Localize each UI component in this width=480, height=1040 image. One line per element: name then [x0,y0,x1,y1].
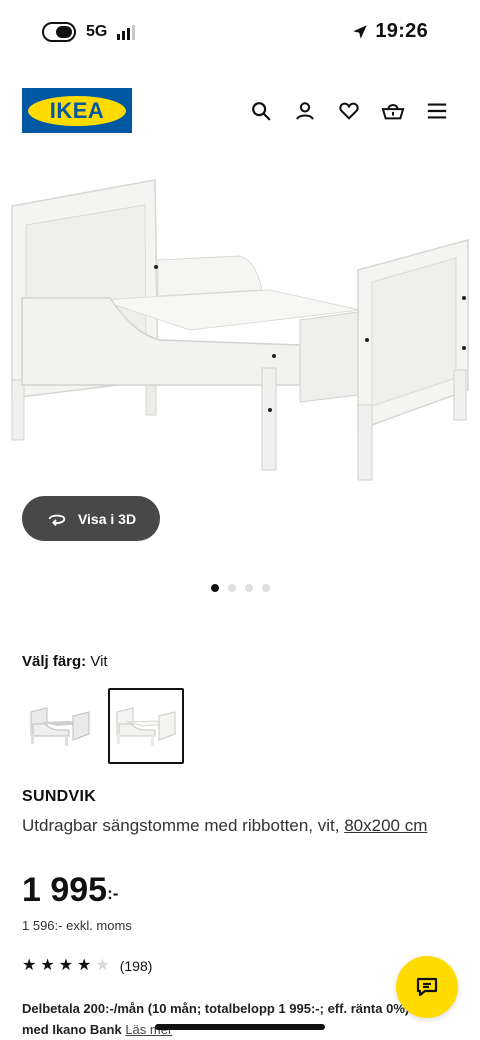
star-icon: ★ [22,957,37,974]
description-text: Utdragbar sängstomme med ribbotten, vit, [22,816,340,835]
pagination-dot[interactable] [244,584,253,592]
location-arrow-icon [353,24,368,39]
search-icon[interactable] [248,98,274,124]
color-swatch-grey[interactable] [22,688,98,764]
status-bar: 5G 19:26 [0,0,480,64]
financing-info: Delbetala 200:-/mån (10 mån; totalbelopp… [22,998,412,1040]
white-bed-thumbnail [116,707,176,746]
rating-stars: ★ ★ ★ ★ ★ [22,958,110,974]
color-swatch-white[interactable] [108,688,184,764]
pagination-dot[interactable] [210,584,219,592]
price: 1 995 :- [22,870,118,910]
review-count[interactable]: (198) [120,958,153,974]
grey-bed-thumbnail [30,707,90,746]
pagination-dot[interactable] [261,584,270,592]
chat-button[interactable] [396,956,458,1018]
price-excl-vat: 1 596:- exkl. moms [22,918,132,933]
color-swatches [22,688,184,764]
clock: 19:26 [375,20,428,42]
site-header: IKEA [0,88,480,134]
product-image[interactable] [0,170,480,500]
user-icon[interactable] [292,98,318,124]
price-amount: 1 995 [22,871,108,909]
basket-icon[interactable] [380,98,406,124]
price-suffix: :- [107,884,119,903]
network-type: 5G [86,23,108,40]
star-icon: ★ [95,957,110,974]
gallery-pagination [0,584,480,592]
financing-text: Delbetala 200:-/mån (10 mån; totalbelopp… [22,1001,410,1037]
view-3d-button[interactable]: Visa i 3D [22,496,160,541]
size-link[interactable]: 80x200 cm [344,816,427,835]
product-name: SUNDVIK [22,788,97,805]
product-rating[interactable]: ★ ★ ★ ★ ★ (198) [22,958,153,975]
signal-icon [117,24,136,40]
chat-icon [416,977,438,997]
color-value: Vit [90,653,108,670]
toggle-icon [42,22,76,42]
rotate-3d-icon [48,514,66,526]
menu-icon[interactable] [424,98,450,124]
star-icon: ★ [77,957,92,974]
star-icon: ★ [40,957,55,974]
star-icon: ★ [58,957,74,974]
color-label: Välj färg: [22,653,87,670]
heart-icon[interactable] [336,98,362,124]
view-3d-label: Visa i 3D [77,510,137,527]
color-selector-label: Välj färg: Vit [22,653,108,670]
home-indicator[interactable] [155,1024,325,1030]
ikea-logo[interactable]: IKEA [22,88,132,133]
header-actions [248,98,450,124]
status-left: 5G [42,22,136,42]
product-description: Utdragbar sängstomme med ribbotten, vit,… [22,813,462,839]
bed-image [11,179,469,481]
pagination-dot[interactable] [227,584,236,592]
status-right: 19:26 [351,20,428,43]
logo-text: IKEA [49,97,105,123]
